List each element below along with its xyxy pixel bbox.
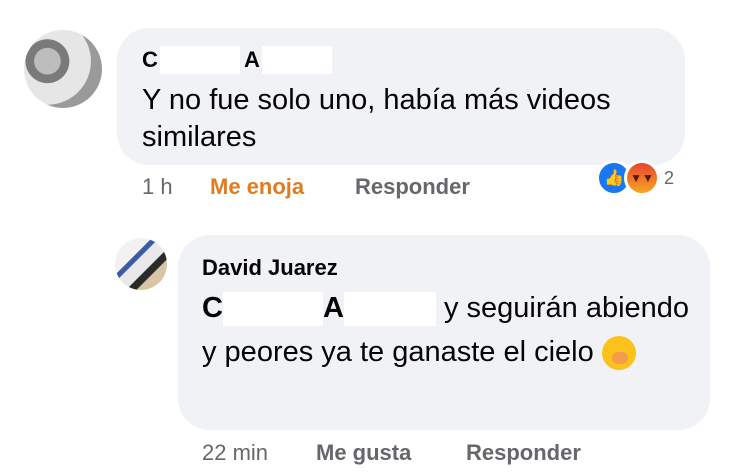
redacted-mention-surname-block [343, 292, 436, 327]
commenter-avatar[interactable] [24, 30, 102, 108]
redacted-surname-block [262, 46, 332, 74]
comment-text: Y no fue solo uno, había más videos simi… [142, 84, 611, 153]
reaction-button[interactable]: Me enoja [210, 174, 304, 200]
mention-first-initial[interactable]: C [202, 292, 223, 324]
comment-timestamp[interactable]: 1 h [142, 174, 173, 200]
hand-over-mouth-emoji [601, 336, 636, 371]
mention-second-initial[interactable]: A [323, 292, 344, 324]
reply-like-button[interactable]: Me gusta [316, 440, 411, 466]
reply-reply-button[interactable]: Responder [466, 440, 581, 466]
redacted-name-block [160, 46, 240, 74]
reaction-count: 2 [664, 167, 675, 188]
reply-text: CA y seguirán abiendo y peores ya te gan… [202, 286, 702, 374]
redacted-mention-block [222, 292, 323, 327]
reply-button[interactable]: Responder [355, 174, 470, 200]
commenter-name-initial[interactable]: C [142, 47, 158, 73]
angry-icon: ▼▼ [624, 160, 660, 196]
reply-avatar[interactable] [115, 238, 167, 290]
commenter-surname-initial[interactable]: A [244, 47, 260, 73]
reply-timestamp[interactable]: 22 min [202, 440, 268, 466]
reply-author-name[interactable]: David Juarez [202, 255, 338, 281]
reaction-summary[interactable]: 👍 ▼▼ 2 [596, 160, 674, 196]
